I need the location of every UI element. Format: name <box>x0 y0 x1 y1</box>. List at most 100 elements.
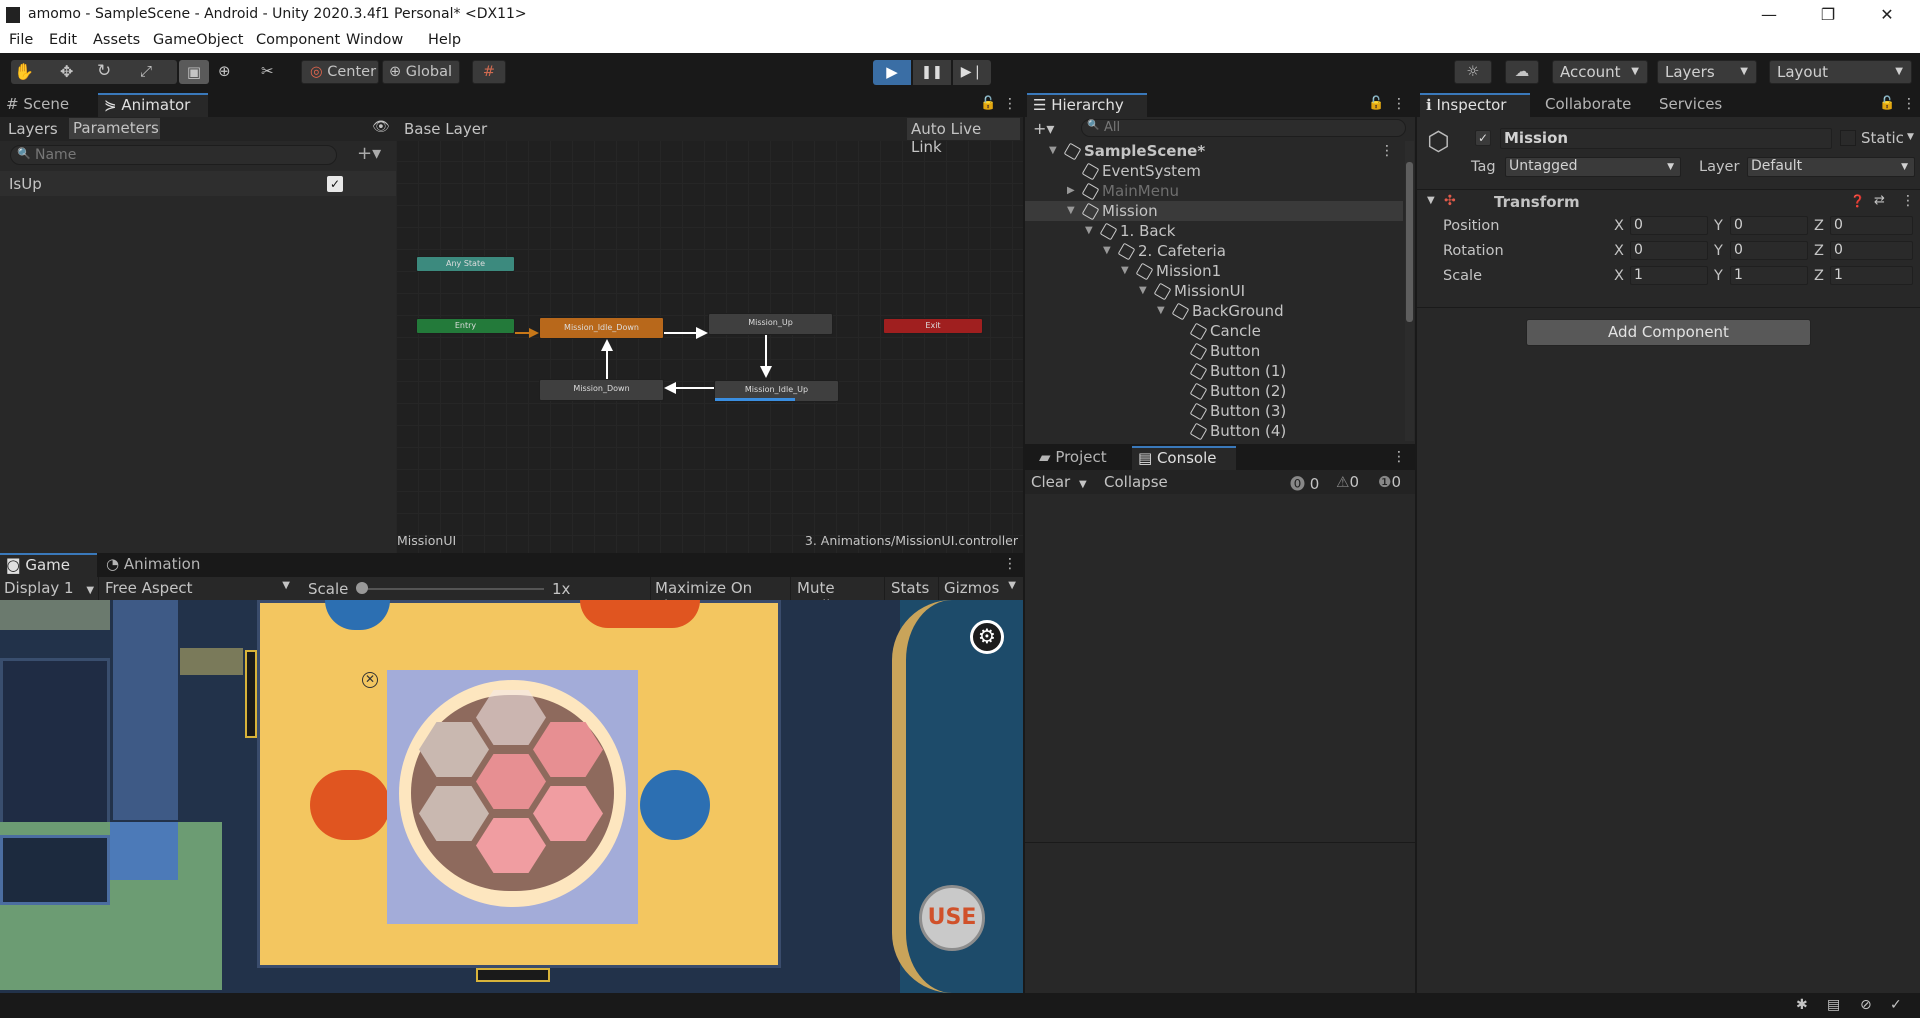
help-icon[interactable]: ❓ <box>1850 194 1865 208</box>
tab-services[interactable]: Services <box>1653 93 1743 117</box>
step-button[interactable]: ▶❘ <box>953 60 991 85</box>
foldout-arrow-icon[interactable]: ▼ <box>1157 301 1165 321</box>
scale-slider[interactable] <box>362 588 544 590</box>
hierarchy-item[interactable]: Button (2) <box>1025 381 1403 401</box>
services-sun-icon[interactable]: ☼ <box>1454 60 1492 84</box>
display-dropdown[interactable]: Display 1 ▼ <box>4 579 94 597</box>
hierarchy-item[interactable]: ▼ Mission1 <box>1025 261 1403 281</box>
active-checkbox[interactable]: ✓ <box>1475 130 1491 146</box>
log-count[interactable]: ❶0 <box>1378 473 1401 491</box>
hierarchy-item[interactable]: Cancle <box>1025 321 1403 341</box>
pause-button[interactable]: ❚❚ <box>913 60 951 85</box>
tab-scene[interactable]: # Scene <box>0 93 95 117</box>
close-button[interactable]: ✕ <box>1858 0 1916 30</box>
game-view[interactable]: ⚙ ✕ USE <box>0 600 1023 993</box>
aspect-dropdown[interactable]: Free Aspect ▼ <box>98 577 298 600</box>
scale-tool-icon[interactable]: ⤢ <box>140 62 152 80</box>
hierarchy-item[interactable]: Button <box>1025 341 1403 361</box>
menu-assets[interactable]: Assets <box>93 32 140 48</box>
tab-animation[interactable]: ◔ Animation <box>100 553 210 577</box>
minimize-button[interactable]: — <box>1740 0 1798 30</box>
warning-count[interactable]: ⚠0 <box>1336 473 1359 491</box>
clear-button[interactable]: Clear ▼ <box>1031 473 1087 491</box>
transform-tool-icon[interactable]: ⊕ <box>218 62 231 80</box>
add-param-icon[interactable]: +▾ <box>357 143 381 164</box>
pivot-global-toggle[interactable]: ⊕ Global <box>382 60 460 84</box>
tab-game[interactable]: ◙ Game <box>0 553 97 577</box>
cloud-icon[interactable]: ☁ <box>1505 60 1539 84</box>
tab-inspector[interactable]: ℹ Inspector <box>1420 93 1530 117</box>
kebab-menu-icon[interactable]: ⋮ <box>1902 96 1916 112</box>
hierarchy-scene-root[interactable]: ▼ SampleScene* ⋮ <box>1025 141 1403 161</box>
hierarchy-item[interactable]: ▼ 2. Cafeteria <box>1025 241 1403 261</box>
grid-snap-icon[interactable]: # <box>472 60 506 84</box>
transform-rotation-y-field[interactable]: 0 <box>1730 241 1808 260</box>
cache-server-icon[interactable]: ▤ <box>1827 997 1840 1013</box>
menu-help[interactable]: Help <box>428 32 461 48</box>
custom-tool-icon[interactable]: ✂ <box>261 62 274 80</box>
menu-window[interactable]: Window <box>346 32 403 48</box>
move-tool-icon[interactable]: ✥ <box>60 62 73 81</box>
lock-icon[interactable]: 🔓 <box>1368 96 1384 111</box>
lock-icon[interactable]: 🔓 <box>980 96 996 111</box>
collapse-toggle[interactable]: Collapse <box>1104 473 1168 491</box>
rect-tool-icon[interactable]: ▣ <box>179 60 209 84</box>
foldout-arrow-icon[interactable]: ▼ <box>1139 281 1147 301</box>
rotate-tool-icon[interactable]: ↻ <box>97 61 111 81</box>
tab-layers[interactable]: Layers <box>8 120 58 138</box>
foldout-arrow-icon[interactable]: ▼ <box>1103 241 1111 261</box>
chevron-down-icon[interactable]: ▼ <box>1907 132 1914 142</box>
cancel-icon[interactable]: ✕ <box>362 672 378 688</box>
pivot-center-toggle[interactable]: ◎ Center <box>301 60 379 84</box>
transform-scale-y-field[interactable]: 1 <box>1730 266 1808 285</box>
component-title[interactable]: Transform <box>1494 193 1580 211</box>
foldout-arrow-icon[interactable]: ▼ <box>1427 195 1435 206</box>
progress-check-icon[interactable]: ✓ <box>1890 997 1902 1013</box>
param-search-input[interactable]: 🔍 Name <box>10 145 337 165</box>
hierarchy-search-input[interactable]: 🔍 All <box>1081 119 1406 137</box>
foldout-arrow-icon[interactable]: ▶ <box>1067 181 1075 201</box>
tab-console[interactable]: ▤ Console <box>1132 446 1236 470</box>
layer-dropdown[interactable]: Default ▼ <box>1747 157 1915 177</box>
menu-edit[interactable]: Edit <box>49 32 77 48</box>
layers-dropdown[interactable]: Layers ▼ <box>1657 60 1757 84</box>
lock-icon[interactable]: 🔓 <box>1879 96 1895 111</box>
kebab-menu-icon[interactable]: ⋮ <box>1003 556 1017 572</box>
scale-slider-handle[interactable] <box>356 582 368 594</box>
create-icon[interactable]: +▾ <box>1033 119 1054 138</box>
menu-file[interactable]: File <box>9 32 33 48</box>
layout-dropdown[interactable]: Layout ▼ <box>1769 60 1912 84</box>
add-component-button[interactable]: Add Component <box>1526 319 1811 346</box>
use-button[interactable]: USE <box>919 885 985 951</box>
hierarchy-item[interactable]: EventSystem <box>1025 161 1403 181</box>
transform-rotation-x-field[interactable]: 0 <box>1630 241 1708 260</box>
tab-parameters[interactable]: Parameters <box>69 118 160 139</box>
tab-hierarchy[interactable]: ☰ Hierarchy <box>1027 93 1147 117</box>
maximize-on-play-toggle[interactable]: Maximize On Play <box>650 577 789 615</box>
param-checkbox[interactable]: ✓ <box>327 176 343 192</box>
hierarchy-item[interactable]: ▼ BackGround <box>1025 301 1403 321</box>
foldout-arrow-icon[interactable]: ▼ <box>1067 201 1075 221</box>
transform-scale-x-field[interactable]: 1 <box>1630 266 1708 285</box>
kebab-menu-icon[interactable]: ⋮ <box>1392 449 1406 465</box>
kebab-menu-icon[interactable]: ⋮ <box>1003 96 1017 112</box>
restore-button[interactable]: ❐ <box>1799 0 1857 30</box>
settings-gear-icon[interactable]: ⚙ <box>970 620 1004 654</box>
transform-position-x-field[interactable]: 0 <box>1630 216 1708 235</box>
mute-audio-toggle[interactable]: Mute Audio <box>790 577 884 615</box>
menu-gameobject[interactable]: GameObject <box>153 32 243 48</box>
static-checkbox[interactable] <box>1840 130 1856 146</box>
preset-icon[interactable]: ⇄ <box>1874 193 1885 208</box>
kebab-menu-icon[interactable]: ⋮ <box>1392 96 1406 112</box>
transform-rotation-z-field[interactable]: 0 <box>1830 241 1913 260</box>
tab-collaborate[interactable]: Collaborate <box>1539 93 1649 117</box>
foldout-arrow-icon[interactable]: ▼ <box>1085 221 1093 241</box>
hand-tool-icon[interactable]: ✋ <box>14 62 34 81</box>
kebab-menu-icon[interactable]: ⋮ <box>1380 141 1394 161</box>
foldout-arrow-icon[interactable]: ▼ <box>1049 141 1057 161</box>
kebab-menu-icon[interactable]: ⋮ <box>1901 193 1915 209</box>
menu-component[interactable]: Component <box>256 32 340 48</box>
debug-bug-icon[interactable]: ✱ <box>1796 997 1808 1013</box>
transform-position-y-field[interactable]: 0 <box>1730 216 1808 235</box>
tab-project[interactable]: ▰ Project <box>1033 446 1123 470</box>
